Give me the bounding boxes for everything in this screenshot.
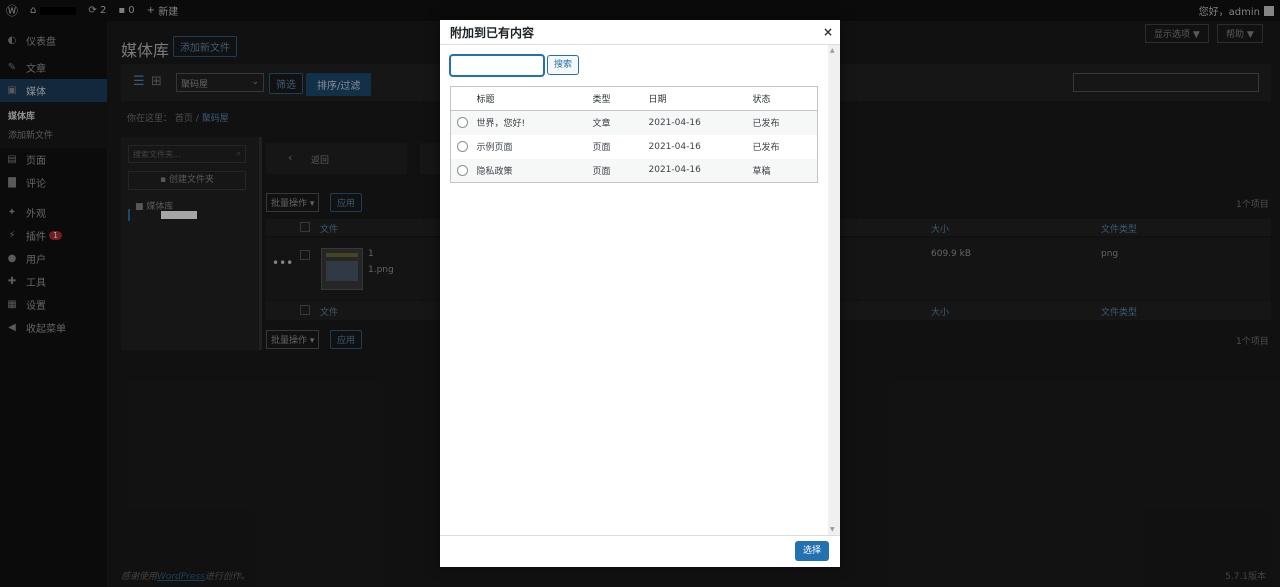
posts-table: 标题 类型 日期 状态 世界，您好! 文章 2021-04-16 已发布 示例页… [450, 86, 818, 183]
row-status: 已发布 [752, 143, 780, 153]
row-title: 世界，您好! [476, 110, 593, 135]
table-row[interactable]: 世界，您好! 文章 2021-04-16 已发布 [450, 110, 818, 135]
row-date: 2021-04-16 [648, 110, 753, 135]
row-status: 草稿 [752, 158, 818, 183]
row-type: 页面 [592, 158, 649, 183]
row-title: 隐私政策 [476, 158, 593, 183]
dialog-title: 附加到已有内容 [440, 20, 840, 45]
dialog-footer: 选择 [440, 535, 840, 567]
scroll-down-icon[interactable]: ▼ [830, 526, 835, 533]
row-date: 2021-04-16 [648, 158, 753, 183]
attach-dialog: 附加到已有内容 × ▲ ▼ 搜索 标题 类型 日期 状态 世界，您好! 文章 2… [440, 20, 840, 567]
radio-button[interactable] [457, 164, 468, 176]
search-button[interactable]: 搜索 [547, 55, 580, 75]
close-icon[interactable]: × [823, 25, 833, 39]
col-radio [450, 86, 477, 111]
dialog-scrollbar[interactable]: ▲ ▼ [828, 45, 840, 535]
row-type: 页面 [592, 143, 611, 153]
table-row[interactable]: 隐私政策 页面 2021-04-16 草稿 [450, 158, 818, 183]
col-type: 类型 [592, 86, 649, 111]
post-search-input[interactable] [450, 55, 544, 76]
row-type: 文章 [592, 110, 649, 135]
row-title: 示例页面 [476, 143, 513, 153]
radio-button[interactable] [457, 141, 468, 152]
col-title: 标题 [476, 86, 593, 111]
table-row[interactable]: 示例页面 页面 2021-04-16 已发布 [451, 135, 818, 159]
col-status: 状态 [752, 86, 818, 111]
scroll-up-icon[interactable]: ▲ [830, 47, 835, 54]
row-status: 已发布 [752, 110, 818, 135]
radio-button[interactable] [457, 117, 468, 129]
col-date: 日期 [648, 86, 753, 111]
row-date: 2021-04-16 [648, 141, 701, 152]
select-button[interactable]: 选择 [794, 541, 829, 561]
